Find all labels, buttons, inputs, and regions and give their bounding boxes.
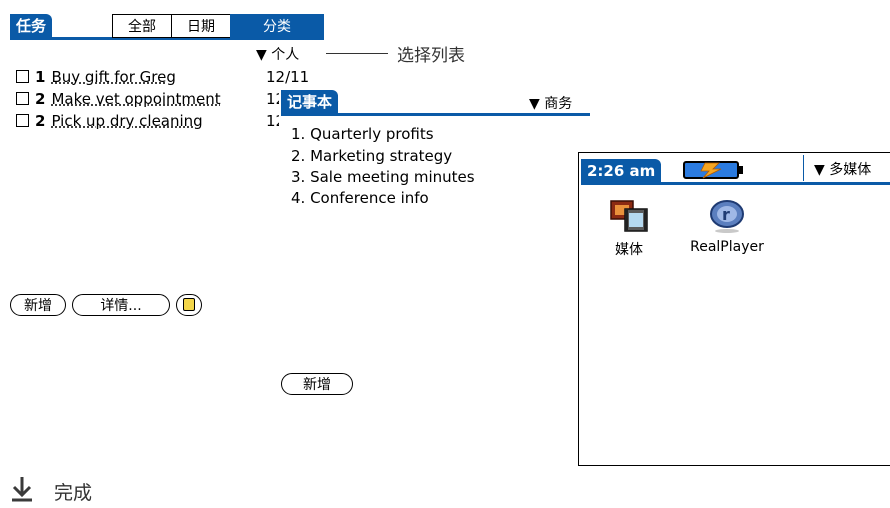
media-icon	[607, 195, 651, 235]
task-due: 12/11	[266, 68, 310, 86]
task-checkbox[interactable]	[16, 92, 29, 105]
footer-label: 完成	[54, 482, 93, 504]
memo-window: 记事本 ▼ 商务 1. Quarterly profits 2. Marketi…	[279, 87, 590, 403]
svg-text:r: r	[722, 205, 730, 224]
task-description[interactable]: Buy gift for Greg	[51, 68, 175, 86]
task-priority: 2	[35, 90, 46, 108]
tasks-category-picker[interactable]: ▼ 个人	[256, 44, 299, 64]
dropdown-arrow-icon: ▼	[256, 47, 267, 63]
tab-date[interactable]: 日期	[171, 14, 231, 38]
memo-title: 记事本	[281, 90, 339, 114]
app-label: RealPlayer	[690, 239, 764, 255]
dropdown-arrow-icon: ▼	[814, 162, 825, 178]
tasks-title: 任务	[10, 14, 53, 38]
details-button[interactable]: 详情...	[72, 294, 170, 316]
tasks-category-label: 个人	[271, 47, 300, 63]
battery-icon	[683, 161, 743, 179]
app-media[interactable]: 媒体	[599, 195, 659, 265]
dropdown-arrow-icon: ▼	[529, 96, 540, 112]
launcher-category-dropdown: ▼ 多媒体	[814, 159, 871, 179]
task-row[interactable]: 1 Buy gift for Greg	[16, 68, 176, 90]
note-icon	[183, 298, 195, 311]
tab-category[interactable]: 分类	[230, 14, 324, 38]
realplayer-icon: r	[707, 197, 747, 235]
launcher-title-underline	[581, 182, 890, 185]
launcher-time[interactable]: 2:26 am	[581, 159, 662, 183]
app-label: 媒体	[615, 242, 643, 258]
arrow-down-icon	[10, 476, 34, 502]
launcher-category-picker[interactable]: ▼ 多媒体	[803, 155, 890, 181]
task-row[interactable]: 2 Make vet oppointment	[16, 90, 221, 112]
memo-title-underline	[281, 113, 590, 116]
callout-line	[326, 53, 388, 54]
launcher-category-label: 多媒体	[829, 162, 872, 178]
app-realplayer[interactable]: r RealPlayer	[677, 195, 777, 265]
new-memo-button[interactable]: 新增	[281, 373, 353, 395]
callout-label: 选择列表	[397, 46, 465, 66]
memo-item[interactable]: 3. Sale meeting minutes	[291, 168, 475, 186]
task-description[interactable]: Pick up dry cleaning	[51, 112, 202, 130]
memo-item[interactable]: 2. Marketing strategy	[291, 147, 452, 165]
memo-category-label: 商务	[544, 96, 573, 112]
memo-item[interactable]: 1. Quarterly profits	[291, 125, 434, 143]
task-checkbox[interactable]	[16, 70, 29, 83]
memo-category-picker[interactable]: ▼ 商务	[529, 93, 572, 113]
note-button[interactable]	[176, 294, 202, 316]
tab-all[interactable]: 全部	[112, 14, 172, 38]
launcher-window: 2:26 am ▼ 多媒体 媒体 r RealPlayer	[578, 152, 890, 466]
task-description[interactable]: Make vet oppointment	[51, 90, 220, 108]
task-row[interactable]: 2 Pick up dry cleaning	[16, 112, 203, 134]
tasks-tab-bar: 全部 日期 分类	[112, 14, 324, 38]
tasks-window: 任务 全部 日期 分类 ▼ 个人 1 Buy gift for Greg 12/1…	[8, 10, 324, 326]
new-task-button[interactable]: 新增	[10, 294, 66, 316]
task-checkbox[interactable]	[16, 114, 29, 127]
task-priority: 2	[35, 112, 46, 130]
task-priority: 1	[35, 68, 46, 86]
memo-item[interactable]: 4. Conference info	[291, 189, 429, 207]
